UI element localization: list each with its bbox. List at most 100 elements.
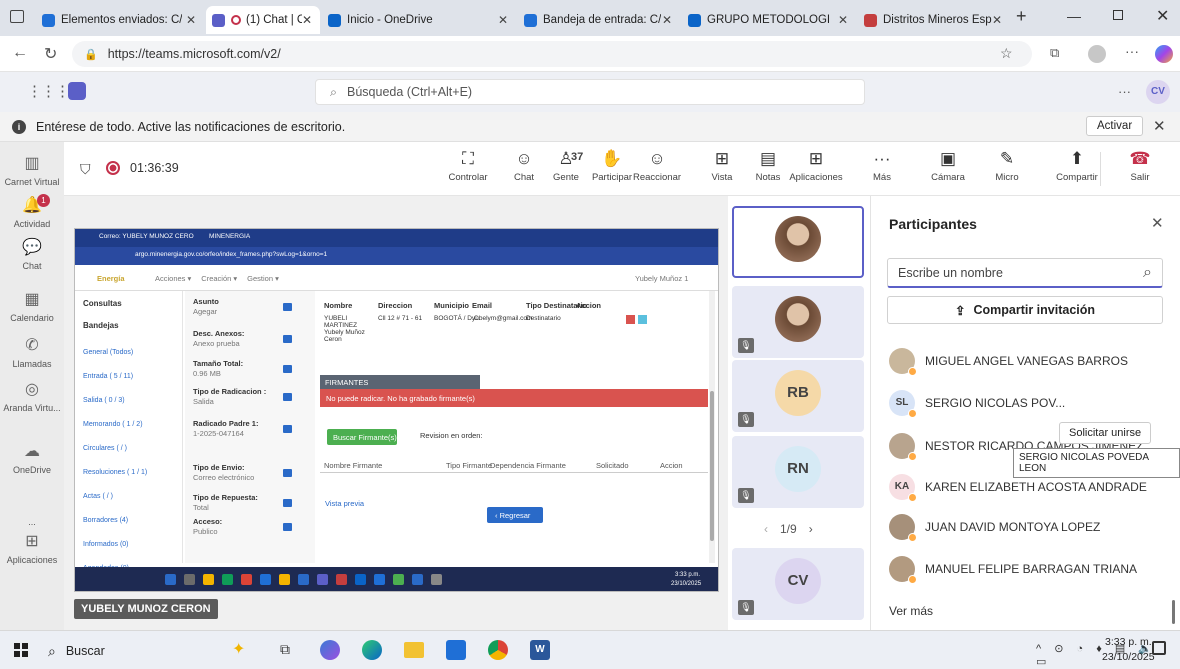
regresar-button[interactable]: ‹ Regresar xyxy=(487,507,543,523)
shared-field-icon xyxy=(283,523,292,531)
edit-icon[interactable] xyxy=(638,315,647,324)
rail-item-apps[interactable]: ⊞ Aplicaciones xyxy=(0,532,64,565)
shared-screen: Correo: YUBELY MUNOZ CERO MINENERGIA arg… xyxy=(74,228,719,592)
tab-close-icon[interactable]: ✕ xyxy=(302,13,312,27)
search-icon: ⌕ xyxy=(48,642,56,659)
shared-sidebar-link: Memorando ( 1 / 2) xyxy=(83,421,143,428)
copilot-sparkle-icon[interactable]: ✦ xyxy=(232,639,245,659)
browser-tab-6[interactable]: Distritos Mineros Espe ✕ xyxy=(858,6,1010,34)
browser-tab-4[interactable]: Bandeja de entrada: C/✕ xyxy=(518,6,680,34)
participant-video-tile[interactable]: CV 🎙 xyxy=(732,548,864,620)
shared-taskbar-app-icon xyxy=(336,574,347,585)
participant-row[interactable]: MIGUEL ANGEL VANEGAS BARROS xyxy=(889,346,1128,376)
control-button[interactable]: ⛶ Controlar xyxy=(440,148,496,183)
minimize-window-button[interactable]: — xyxy=(1067,8,1081,24)
taskbar-app-outlook-icon[interactable] xyxy=(446,640,466,660)
rail-item-calls[interactable]: ✆ Llamadas xyxy=(0,336,64,369)
taskbar-app-copilot-icon[interactable] xyxy=(320,640,340,660)
rail-item-activity[interactable]: 🔔 1 Actividad xyxy=(0,194,64,229)
close-window-button[interactable]: ✕ xyxy=(1156,6,1169,26)
windows-start-icon[interactable] xyxy=(14,643,28,657)
url-field[interactable]: 🔒 https://teams.microsoft.com/v2/ xyxy=(72,41,1032,67)
muted-mic-icon: 🎙 xyxy=(738,488,754,503)
activate-button[interactable]: Activar xyxy=(1086,116,1144,136)
tab-favicon-icon xyxy=(42,13,55,27)
favorites-star-icon[interactable]: ☆ xyxy=(1000,45,1013,62)
shared-sidebar-head: Bandejas xyxy=(83,321,119,330)
tab-close-icon[interactable]: ✕ xyxy=(498,13,508,27)
new-tab-button[interactable]: + xyxy=(1016,6,1027,27)
shared-taskbar-app-icon xyxy=(393,574,404,585)
participant-row[interactable]: MANUEL FELIPE BARRAGAN TRIANA xyxy=(889,554,1137,584)
browser-tab-5[interactable]: GRUPO METODOLÓGI ✕ xyxy=(682,6,856,34)
tab-actions-icon[interactable] xyxy=(10,10,24,23)
taskbar-app-word-icon[interactable]: W xyxy=(530,640,550,660)
more-button[interactable]: ··· Más xyxy=(854,148,910,183)
settings-more-icon[interactable]: ··· xyxy=(1118,84,1131,99)
browser-tab-1[interactable]: Elementos enviados: C/✕ xyxy=(36,6,204,34)
more-icon[interactable]: ··· xyxy=(1125,43,1139,59)
copilot-icon[interactable] xyxy=(1155,45,1173,63)
close-banner-icon[interactable]: ✕ xyxy=(1153,117,1166,135)
request-join-button[interactable]: Solicitar unirse xyxy=(1059,422,1152,444)
firmantes-table-header-cell: Solicitado xyxy=(596,461,629,470)
profile-avatar[interactable] xyxy=(1088,45,1106,63)
tab-close-icon[interactable]: ✕ xyxy=(992,13,1002,27)
participant-video-tile[interactable] xyxy=(732,206,864,278)
back-icon[interactable]: ← xyxy=(12,44,28,62)
vista-previa-link[interactable]: Vista previa xyxy=(325,499,364,508)
shared-sidebar-link: Actas ( / ) xyxy=(83,493,113,500)
participant-row[interactable]: SL SERGIO NICOLAS POV... xyxy=(889,388,1065,418)
rail-item-more-apps[interactable]: ... xyxy=(0,494,64,527)
panel-scrollbar[interactable] xyxy=(1172,600,1175,624)
rail-item-chat[interactable]: 💬 Chat xyxy=(0,238,64,271)
close-panel-icon[interactable]: ✕ xyxy=(1151,214,1164,232)
browser-tab-3[interactable]: Inicio - OneDrive ✕ xyxy=(322,6,516,34)
notification-center-icon[interactable] xyxy=(1152,641,1166,655)
share-invitation-button[interactable]: ⇪ Compartir invitación xyxy=(887,296,1163,324)
search-input[interactable]: ⌕ Búsqueda (Ctrl+Alt+E) xyxy=(315,79,865,105)
share-button[interactable]: ⬆ Compartir xyxy=(1049,148,1105,183)
task-view-icon[interactable]: ⧉ xyxy=(280,641,290,658)
taskbar-app-explorer-icon[interactable] xyxy=(404,642,424,658)
user-avatar[interactable]: CV xyxy=(1146,80,1170,104)
rail-item-calendar[interactable]: ▦ Calendario xyxy=(0,290,64,323)
rail-item-onedrive[interactable]: ☁ OneDrive xyxy=(0,442,64,475)
react-button[interactable]: ☺ Reaccionar xyxy=(629,148,685,183)
participant-search-placeholder: Escribe un nombre xyxy=(898,265,1003,280)
apps-button[interactable]: ⊞ Aplicaciones xyxy=(788,148,844,183)
delete-icon[interactable] xyxy=(626,315,635,324)
participant-video-tile[interactable]: RN 🎙 xyxy=(732,436,864,508)
taskbar-date: 23/10/2025 xyxy=(1102,651,1155,663)
rail-item-aranda[interactable]: ◎ Aranda Virtu... xyxy=(0,380,64,413)
refresh-icon[interactable]: ↻ xyxy=(44,44,57,64)
see-more-link[interactable]: Ver más xyxy=(889,604,933,618)
buscar-firmante-button[interactable]: Buscar Firmante(s) xyxy=(327,429,397,445)
rail-item-carnet-virtual[interactable]: ▥ Carnet Virtual xyxy=(0,154,64,187)
taskbar-search[interactable]: ⌕ Buscar xyxy=(48,639,218,663)
participant-name: SERGIO NICOLAS POV... xyxy=(925,396,1066,410)
prev-page-icon[interactable]: ‹ xyxy=(764,522,768,536)
participant-search-input[interactable]: Escribe un nombre ⌕ xyxy=(887,258,1163,288)
tab-close-icon[interactable]: ✕ xyxy=(662,13,672,27)
tab-close-icon[interactable]: ✕ xyxy=(186,13,196,27)
browser-tab-2[interactable]: (1) Chat | Capacita✕ xyxy=(206,6,320,34)
calls-icon: ✆ xyxy=(25,337,39,354)
search-placeholder: Búsqueda (Ctrl+Alt+E) xyxy=(347,85,473,99)
participant-row[interactable]: JUAN DAVID MONTOYA LOPEZ xyxy=(889,512,1100,542)
leave-button[interactable]: ☎ Salir xyxy=(1112,148,1168,183)
app-launcher-icon[interactable]: ⋮⋮⋮ xyxy=(27,82,70,100)
taskbar-app-chrome-icon[interactable] xyxy=(488,640,508,660)
shared-field-icon xyxy=(283,393,292,401)
tab-close-icon[interactable]: ✕ xyxy=(838,13,848,27)
video-strip: 🎙 RB 🎙 RN 🎙 CV 🎙 ‹ 1/9 › xyxy=(728,196,868,630)
restore-window-button[interactable] xyxy=(1113,10,1123,20)
participant-video-tile[interactable]: RB 🎙 xyxy=(732,360,864,432)
next-page-icon[interactable]: › xyxy=(809,522,813,536)
taskbar-app-edge-icon[interactable] xyxy=(362,640,382,660)
collections-icon[interactable]: ⧉ xyxy=(1050,45,1059,61)
firmantes-table-header-cell: Accion xyxy=(660,461,683,470)
participant-video-tile[interactable]: 🎙 xyxy=(732,286,864,358)
mic-button[interactable]: ✎ Micro xyxy=(979,148,1035,183)
camera-button[interactable]: ▣ Cámara xyxy=(920,148,976,183)
